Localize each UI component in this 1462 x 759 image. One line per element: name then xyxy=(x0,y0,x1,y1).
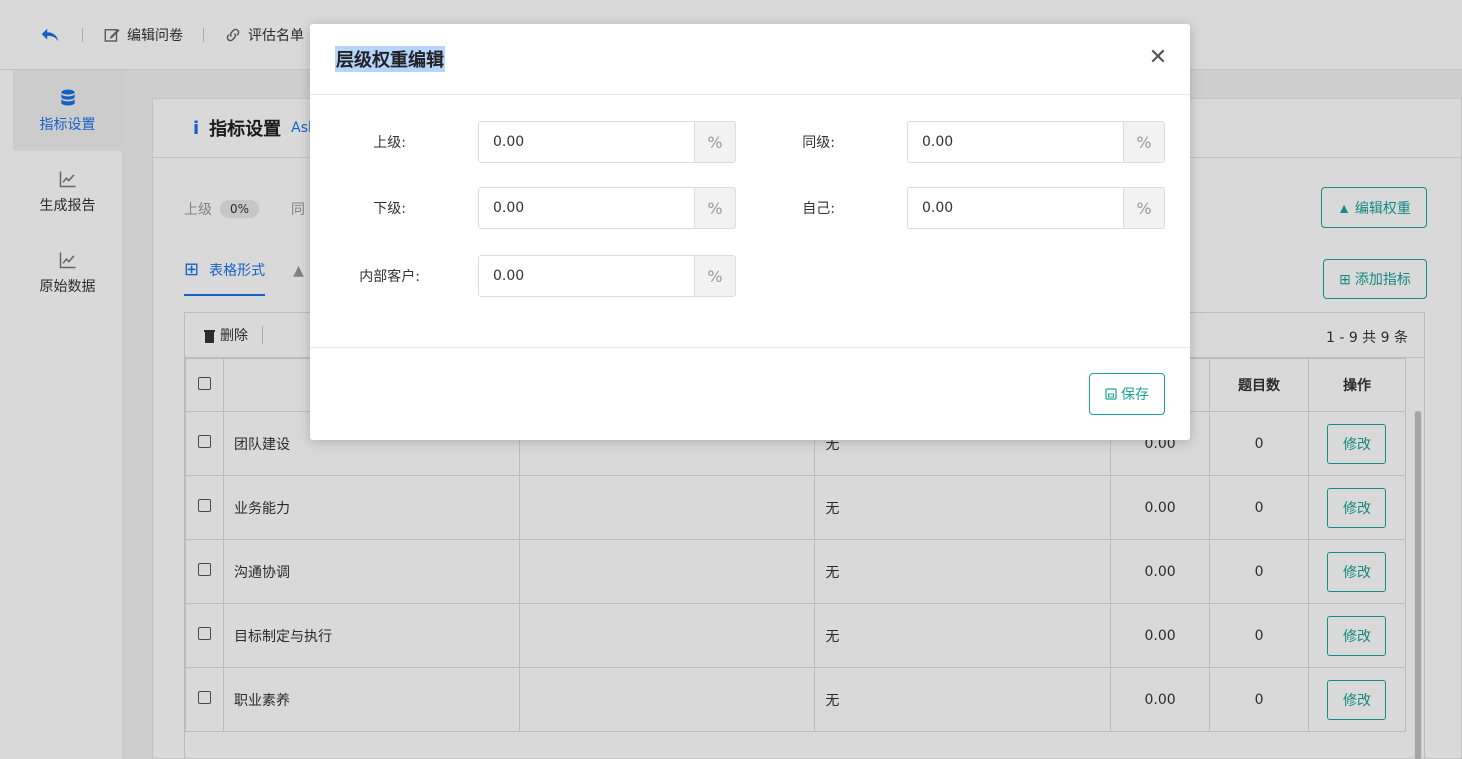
lower-input-group: % xyxy=(478,187,736,229)
internal-customer-weight-input[interactable] xyxy=(479,256,694,296)
percent-suffix: % xyxy=(694,188,735,228)
save-button[interactable]: 保存 xyxy=(1089,373,1165,415)
modal-header: 层级权重编辑 ✕ xyxy=(310,24,1190,95)
peer-input-group: % xyxy=(907,121,1165,163)
modal-footer: 保存 xyxy=(310,347,1190,440)
percent-suffix: % xyxy=(694,122,735,162)
close-icon[interactable]: ✕ xyxy=(1148,47,1168,69)
save-label: 保存 xyxy=(1121,386,1149,402)
field-internal-customer: 内部客户: % xyxy=(310,255,736,297)
lower-weight-input[interactable] xyxy=(479,188,694,228)
percent-suffix: % xyxy=(694,256,735,296)
percent-suffix: % xyxy=(1123,122,1164,162)
field-peer: 同级: % xyxy=(739,121,1165,163)
field-upper: 上级: % xyxy=(310,121,736,163)
percent-suffix: % xyxy=(1123,188,1164,228)
level-weight-modal: 层级权重编辑 ✕ 上级: % 同级: % 下级: % 自己: % 内部客户: xyxy=(310,24,1190,440)
modal-title: 层级权重编辑 xyxy=(335,46,445,72)
self-input-group: % xyxy=(907,187,1165,229)
field-self: 自己: % xyxy=(739,187,1165,229)
self-weight-input[interactable] xyxy=(908,188,1123,228)
upper-weight-input[interactable] xyxy=(479,122,694,162)
peer-weight-input[interactable] xyxy=(908,122,1123,162)
field-lower: 下级: % xyxy=(310,187,736,229)
field-label: 内部客户: xyxy=(359,269,420,285)
upper-input-group: % xyxy=(478,121,736,163)
field-label: 下级: xyxy=(373,201,406,217)
save-icon xyxy=(1105,388,1117,400)
field-label: 同级: xyxy=(802,135,835,151)
field-label: 自己: xyxy=(802,201,835,217)
internal-input-group: % xyxy=(478,255,736,297)
field-label: 上级: xyxy=(373,135,406,151)
